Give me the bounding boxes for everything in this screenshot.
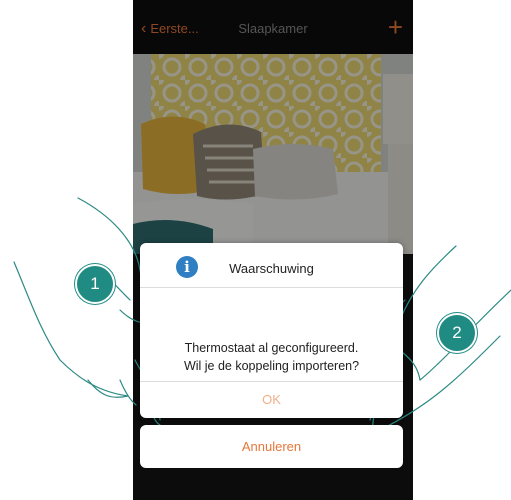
dialog-message: Thermostaat al geconfigureerd. Wil je de… — [140, 339, 403, 375]
step-badge-1: 1 — [75, 264, 115, 304]
step-badge-2: 2 — [437, 313, 477, 353]
message-line-2: Wil je de koppeling importeren? — [183, 359, 360, 373]
cancel-button[interactable]: Annuleren — [140, 425, 403, 468]
ok-button[interactable]: OK — [140, 382, 403, 418]
dialog-title: Waarschuwing — [229, 261, 314, 276]
divider — [140, 287, 403, 288]
message-line-1: Thermostaat al geconfigureerd. — [184, 341, 359, 355]
warning-dialog: i Waarschuwing Thermostaat al geconfigur… — [140, 243, 403, 418]
